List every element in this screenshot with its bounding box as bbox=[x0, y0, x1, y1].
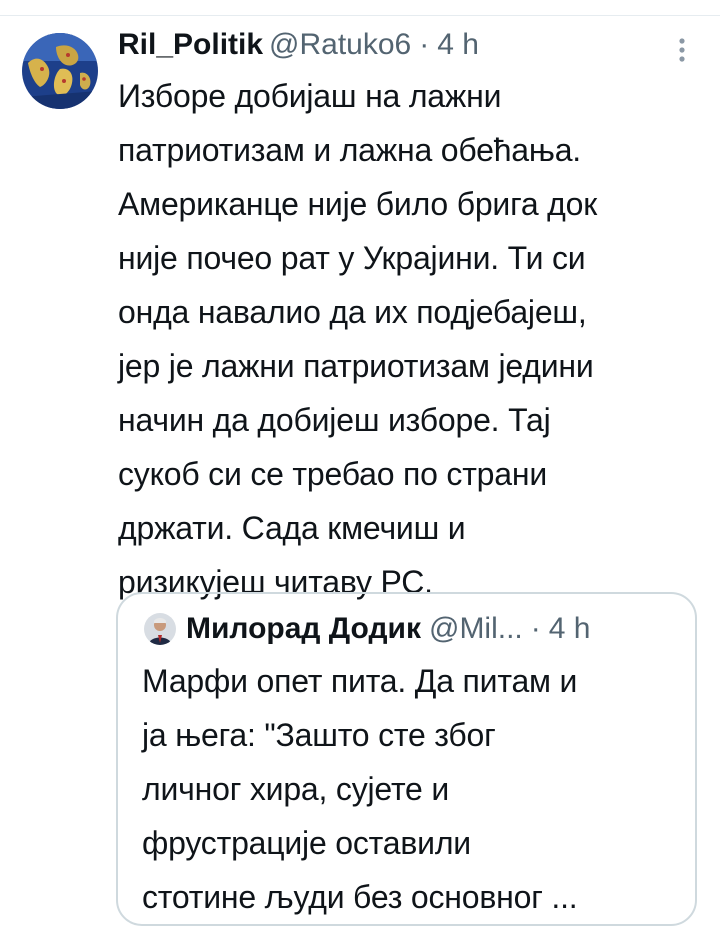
quoted-avatar bbox=[144, 613, 176, 645]
tweet-text: Изборе добијаш на лажни патриотизам и ла… bbox=[118, 78, 598, 600]
quoted-author-handle[interactable]: @Mil... bbox=[429, 612, 523, 646]
tweet-time[interactable]: 4 h bbox=[437, 22, 479, 68]
header-separator: · bbox=[419, 28, 430, 61]
author-name[interactable]: Ril_Politik bbox=[118, 22, 263, 68]
quoted-header-separator: · bbox=[530, 612, 541, 645]
tweet-header: Ril_Politik @Ratuko6 · 4 h bbox=[118, 22, 479, 68]
avatar[interactable] bbox=[22, 33, 98, 109]
quoted-tweet-text: Марфи опет пита. Да питам и ја њега: "За… bbox=[142, 663, 578, 915]
quoted-tweet-time[interactable]: 4 h bbox=[549, 612, 591, 646]
top-divider bbox=[0, 0, 720, 16]
quoted-tweet-header: Милорад Додик @Mil... · 4 h bbox=[144, 606, 590, 652]
quoted-tweet-card[interactable]: Милорад Додик @Mil... · 4 h Марфи опет п… bbox=[116, 592, 697, 926]
author-handle[interactable]: @Ratuko6 bbox=[269, 22, 411, 68]
quoted-author-name[interactable]: Милорад Додик bbox=[186, 612, 421, 646]
more-vertical-icon[interactable] bbox=[672, 32, 692, 72]
world-map-avatar-icon bbox=[22, 33, 98, 109]
person-avatar-icon bbox=[144, 613, 176, 645]
